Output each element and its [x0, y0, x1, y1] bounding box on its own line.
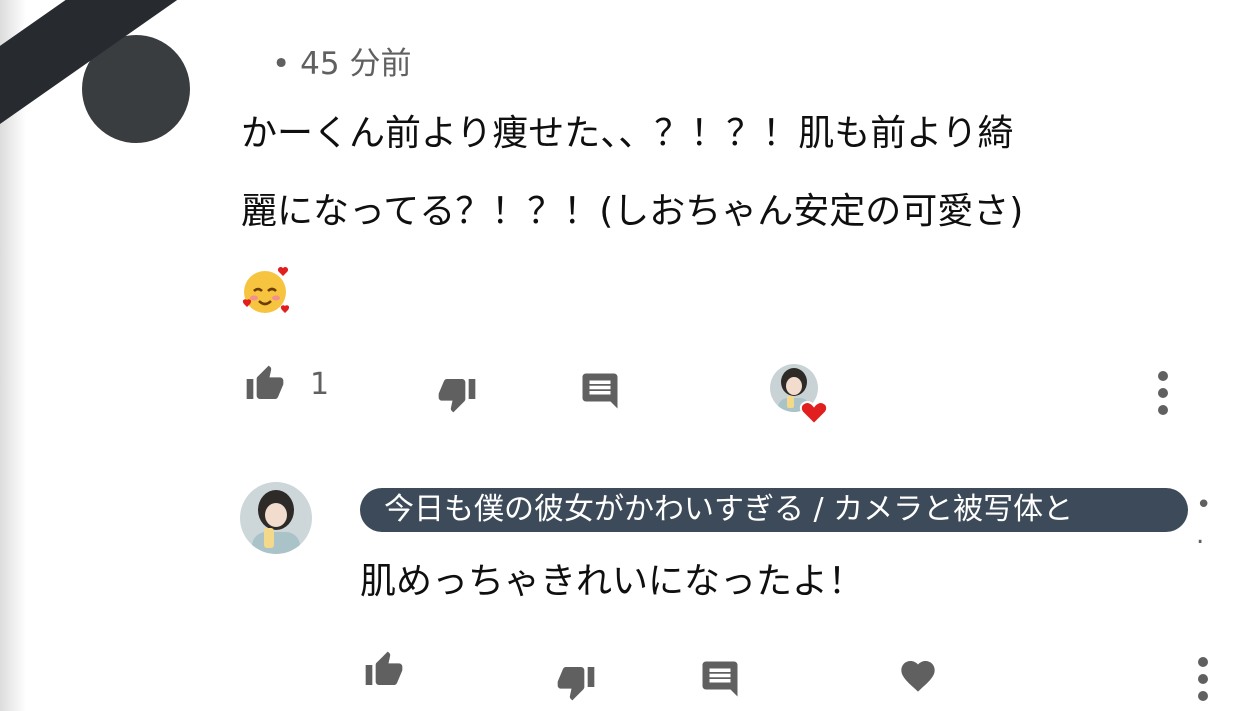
like-button[interactable]: 1 [242, 364, 329, 404]
channel-name-chip[interactable]: 今日も僕の彼女がかわいすぎる / カメラと被写体と [360, 488, 1188, 532]
dislike-button[interactable] [434, 374, 480, 414]
reply-like-button[interactable] [361, 650, 407, 690]
reply-reply-button[interactable] [698, 658, 742, 700]
reply-button[interactable] [578, 370, 622, 412]
thumbs-down-icon [438, 379, 476, 413]
comment-time: 45 分前 [300, 46, 412, 82]
thumbs-up-icon [365, 651, 403, 685]
like-count: 1 [310, 366, 330, 402]
reply-dislike-button[interactable] [553, 662, 599, 702]
comment-menu-icon[interactable] [1157, 371, 1169, 415]
reply-body: 肌めっちゃきれいになったよ！ [360, 561, 865, 602]
thumbs-up-icon [246, 365, 284, 399]
comment-icon [582, 373, 618, 409]
comment-body: かーくん前より痩せた、、？！？！肌も前より綺 麗になってる？！？！(しおちゃん安… [241, 95, 1201, 251]
reply-avatar[interactable] [240, 482, 312, 554]
heart-button[interactable] [896, 656, 940, 696]
reply-meta: • . [1196, 490, 1218, 550]
smiling-face-with-hearts-icon [242, 266, 290, 313]
reply-menu-icon[interactable] [1197, 657, 1209, 701]
comment-text-line: かーくん前より痩せた、、？！？！肌も前より綺 [241, 113, 1014, 154]
comment-meta: • 45 分前 [272, 38, 411, 83]
comment-icon [702, 661, 738, 697]
thumbs-down-icon [557, 667, 595, 701]
comment-text-line: 麗になってる？！？！(しおちゃん安定の可愛さ) [241, 191, 1024, 232]
heart-icon [901, 661, 935, 692]
meta-dot: • [272, 46, 291, 82]
creator-heart-badge [770, 364, 829, 426]
